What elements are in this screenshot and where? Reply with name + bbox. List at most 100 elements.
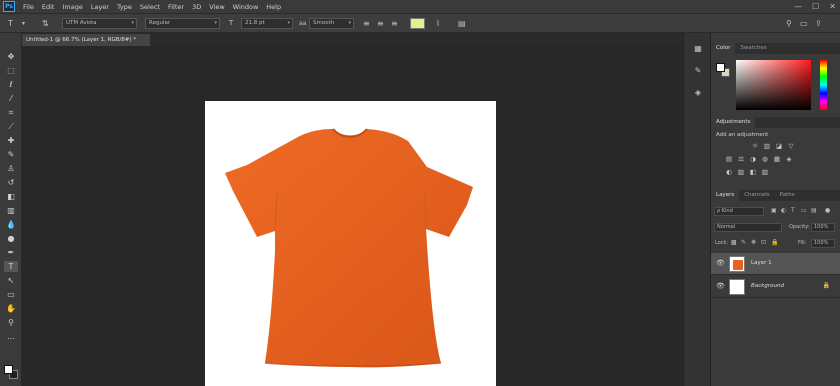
type-tool-icon[interactable]: T (4, 261, 18, 272)
history-brush-tool-icon[interactable]: ↺ (4, 177, 18, 188)
quick-select-tool-icon[interactable]: ⁄ (4, 93, 18, 104)
hue-slider[interactable] (820, 60, 827, 110)
color-picker-field[interactable] (736, 60, 811, 110)
lock-image-icon[interactable]: ✎ (741, 239, 746, 246)
tab-paths[interactable]: Paths (775, 190, 800, 201)
tab-swatches[interactable]: Swatches (735, 43, 771, 54)
lock-transparent-icon[interactable]: ▩ (731, 239, 737, 246)
search-icon[interactable]: ⚲ (786, 18, 792, 29)
path-select-tool-icon[interactable]: ↖ (4, 275, 18, 286)
vibrance-icon[interactable]: ▤ (725, 155, 733, 163)
crop-tool-icon[interactable]: ⌗ (4, 107, 18, 118)
color-lookup-icon[interactable]: ◈ (785, 155, 793, 163)
zoom-tool-icon[interactable]: ⚲ (4, 317, 18, 328)
posterize-icon[interactable]: ▨ (737, 168, 745, 176)
layer-filter-select[interactable]: ρ Kind (714, 207, 764, 216)
align-center-icon[interactable]: ≡ (377, 18, 384, 29)
foreground-color-chip[interactable] (716, 63, 725, 72)
menu-image[interactable]: Image (62, 3, 82, 11)
3d-panel-icon[interactable]: ◈ (692, 87, 704, 99)
marquee-tool-icon[interactable]: ⬚ (4, 65, 18, 76)
lock-position-icon[interactable]: ✥ (751, 239, 756, 246)
minimize-button[interactable]: — (794, 2, 802, 11)
eye-icon[interactable]: 👁 (716, 259, 725, 267)
black-white-icon[interactable]: ◑ (749, 155, 757, 163)
filter-pixel-icon[interactable]: ▣ (771, 207, 777, 214)
share-icon[interactable]: ⇪ (815, 18, 822, 29)
layer-row-background[interactable]: 👁 Background 🔒 (711, 276, 840, 298)
curves-icon[interactable]: ◪ (775, 142, 783, 150)
blur-tool-icon[interactable]: 💧 (4, 219, 18, 230)
font-family-select[interactable]: UTM Avista ▾ (62, 18, 137, 29)
invert-icon[interactable]: ◐ (725, 168, 733, 176)
opacity-input[interactable]: 100% (811, 223, 835, 232)
levels-icon[interactable]: ▥ (763, 142, 771, 150)
filter-shape-icon[interactable]: ▭ (801, 207, 807, 214)
blend-mode-select[interactable]: Normal (714, 223, 782, 232)
menu-3d[interactable]: 3D (192, 3, 201, 11)
rectangle-tool-icon[interactable]: ▭ (4, 289, 18, 300)
eraser-tool-icon[interactable]: ◧ (4, 191, 18, 202)
text-color-swatch[interactable] (410, 18, 425, 29)
dodge-tool-icon[interactable]: ● (4, 233, 18, 244)
layer-name[interactable]: Layer 1 (751, 260, 772, 266)
font-size-select[interactable]: 21.8 pt ▾ (241, 18, 293, 29)
menu-window[interactable]: Window (233, 3, 259, 11)
font-style-select[interactable]: Regular ▾ (145, 18, 220, 29)
menu-select[interactable]: Select (140, 3, 160, 11)
layer-name[interactable]: Background (751, 283, 784, 289)
more-tools-icon[interactable]: … (4, 331, 18, 342)
healing-tool-icon[interactable]: ✚ (4, 135, 18, 146)
tab-adjustments[interactable]: Adjustments (711, 117, 756, 128)
menu-layer[interactable]: Layer (91, 3, 109, 11)
toggle-orientation-icon[interactable]: ⇅ (42, 18, 49, 29)
layer-row-layer-1[interactable]: 👁 Layer 1 (711, 253, 840, 275)
align-left-icon[interactable]: ≡ (363, 18, 370, 29)
pen-tool-icon[interactable]: ✒ (4, 247, 18, 258)
photo-filter-icon[interactable]: ◍ (761, 155, 769, 163)
menu-edit[interactable]: Edit (42, 3, 55, 11)
threshold-icon[interactable]: ◧ (749, 168, 757, 176)
lock-artboard-icon[interactable]: ⊡ (761, 239, 766, 246)
workspace-icon[interactable]: ▭ (800, 18, 808, 29)
brightness-contrast-icon[interactable]: ☼ (751, 142, 759, 150)
filter-adjustment-icon[interactable]: ◐ (781, 207, 786, 214)
maximize-button[interactable]: ☐ (812, 2, 819, 11)
tab-layers[interactable]: Layers (711, 190, 740, 201)
document-canvas[interactable] (205, 101, 496, 386)
tab-color[interactable]: Color (711, 43, 736, 54)
lasso-tool-icon[interactable]: ℓ (4, 79, 18, 90)
chevron-down-icon[interactable]: ▾ (22, 18, 25, 29)
hand-tool-icon[interactable]: ✋ (4, 303, 18, 314)
menu-filter[interactable]: Filter (168, 3, 184, 11)
gradient-map-icon[interactable]: ▧ (761, 168, 769, 176)
exposure-icon[interactable]: ▽ (787, 142, 795, 150)
eye-icon[interactable]: 👁 (716, 282, 725, 290)
menu-type[interactable]: Type (117, 3, 132, 11)
antialias-select[interactable]: Smooth ▾ (309, 18, 354, 29)
foreground-color-swatch[interactable] (4, 365, 13, 374)
menu-help[interactable]: Help (266, 3, 281, 11)
character-panel-icon[interactable]: ▤ (458, 18, 466, 29)
clone-stamp-tool-icon[interactable]: ♙ (4, 163, 18, 174)
color-balance-icon[interactable]: ⚖ (737, 155, 745, 163)
channel-mixer-icon[interactable]: ▦ (773, 155, 781, 163)
menu-view[interactable]: View (209, 3, 224, 11)
filter-type-icon[interactable]: T (791, 207, 795, 214)
filter-toggle-icon[interactable]: ● (825, 207, 830, 214)
type-tool-preset-icon[interactable]: T (8, 18, 13, 29)
tab-channels[interactable]: Channels (739, 190, 774, 201)
brush-panel-icon[interactable]: ✎ (692, 65, 704, 77)
history-panel-icon[interactable]: ▦ (692, 43, 704, 55)
align-right-icon[interactable]: ≡ (391, 18, 398, 29)
gradient-tool-icon[interactable]: ▥ (4, 205, 18, 216)
brush-tool-icon[interactable]: ✎ (4, 149, 18, 160)
close-button[interactable]: ✕ (829, 2, 836, 11)
move-tool-icon[interactable]: ✥ (4, 51, 18, 62)
filter-smart-object-icon[interactable]: ▤ (811, 207, 817, 214)
menu-file[interactable]: File (23, 3, 34, 11)
eyedropper-tool-icon[interactable]: ⟋ (4, 121, 18, 132)
warp-text-icon[interactable]: ⌇ (436, 18, 440, 29)
fill-input[interactable]: 100% (811, 239, 835, 248)
lock-all-icon[interactable]: 🔒 (771, 239, 778, 246)
